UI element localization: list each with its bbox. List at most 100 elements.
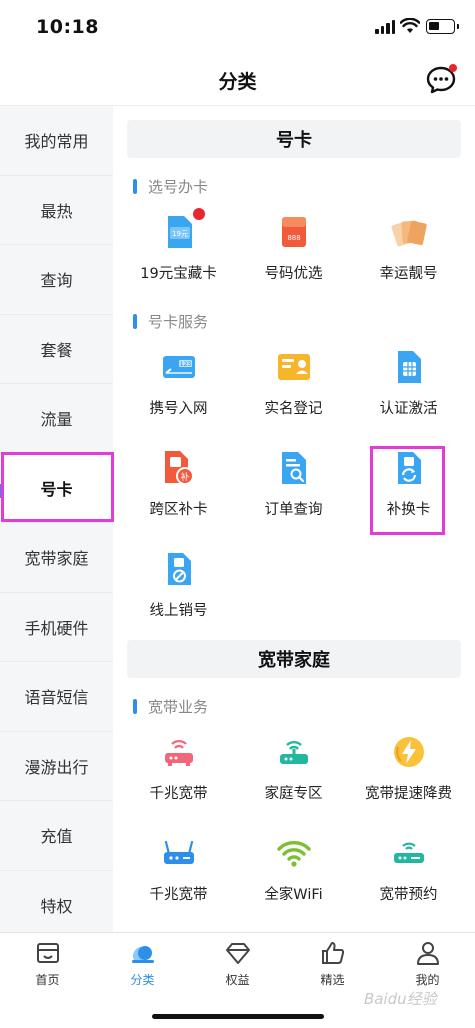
sidebar-item-label: 最热 xyxy=(40,201,73,221)
sidebar-item-plans[interactable]: 套餐 xyxy=(0,315,113,384)
category-content: 号卡 选号办卡 19元 19元宝藏卡 888 号码优选 幸运靓号 号卡服务 12… xyxy=(113,106,475,932)
category-icon xyxy=(131,946,154,963)
tab-label: 我的 xyxy=(415,973,440,987)
tab-label: 权益 xyxy=(225,973,250,987)
service-label: 认证激活 xyxy=(379,401,438,417)
group-title: 宽带业务 xyxy=(133,698,475,716)
service-item[interactable]: 宽带预约 xyxy=(351,815,466,916)
sidebar-item-label: 手机硬件 xyxy=(24,618,89,638)
service-label: 宽带提速降费 xyxy=(365,786,452,802)
new-badge-dot xyxy=(192,208,205,220)
sidebar-item-label: 我的常用 xyxy=(24,132,89,152)
message-button[interactable] xyxy=(425,64,457,96)
router-green-icon xyxy=(276,734,312,770)
router-teal-icon xyxy=(391,835,427,871)
wifi-status-icon xyxy=(400,18,420,33)
tab-label: 首页 xyxy=(35,973,60,987)
order-search-icon xyxy=(276,450,312,486)
service-item[interactable]: 123 携号入网 xyxy=(121,329,236,430)
group-title: 号卡服务 xyxy=(133,313,475,331)
sidebar-item-label: 语音短信 xyxy=(24,688,89,708)
tab-mine[interactable]: 我的 xyxy=(380,939,475,988)
sidebar-item-voice-sms[interactable]: 语音短信 xyxy=(0,662,113,732)
sidebar-item-query[interactable]: 查询 xyxy=(0,245,113,315)
sidebar-item-data[interactable]: 流量 xyxy=(0,384,113,454)
service-item[interactable]: 全家WiFi xyxy=(236,815,351,916)
user-icon xyxy=(416,942,439,965)
service-item[interactable]: 订单查询 xyxy=(236,430,351,531)
service-label: 幸运靓号 xyxy=(379,266,438,282)
group-title-bar xyxy=(133,178,137,194)
service-item[interactable]: 千兆宽带 xyxy=(121,815,236,916)
service-item[interactable]: 幸运靓号 xyxy=(351,194,466,295)
sim-replace-icon xyxy=(391,450,427,486)
tab-featured[interactable]: 精选 xyxy=(285,939,380,988)
id-card-icon xyxy=(276,349,312,385)
tab-category[interactable]: 分类 xyxy=(95,939,190,988)
sidebar-item-sim-card[interactable]: 号卡 xyxy=(0,453,113,523)
service-item[interactable]: 实名登记 xyxy=(236,329,351,430)
wifi-icon xyxy=(276,835,312,871)
watermark: Baidu经验 xyxy=(364,990,437,1008)
tab-label: 分类 xyxy=(130,973,155,987)
group-title: 选号办卡 xyxy=(133,178,475,196)
service-label: 线上销号 xyxy=(149,603,208,619)
thumbs-up-icon xyxy=(321,942,344,964)
sim-reissue-icon: 补 xyxy=(161,450,197,486)
lucky-cards-icon xyxy=(391,214,427,250)
service-item[interactable]: 线上销号 xyxy=(121,531,236,632)
section-header: 号卡 xyxy=(127,120,461,158)
group-title-bar xyxy=(133,313,137,329)
home-indicator xyxy=(152,1014,324,1019)
sidebar-item-roaming[interactable]: 漫游出行 xyxy=(0,732,113,801)
sidebar-item-hottest[interactable]: 最热 xyxy=(0,176,113,245)
screen: 10:18 分类 我的常用 最热 查询 套餐 流量 号卡 宽带家庭 手机硬件 语… xyxy=(0,0,475,1028)
sidebar-item-label: 漫游出行 xyxy=(24,757,89,777)
service-label: 订单查询 xyxy=(264,502,323,518)
group-title-bar xyxy=(133,698,137,714)
service-item[interactable]: 补 跨区补卡 xyxy=(121,430,236,531)
sidebar-item-favorites[interactable]: 我的常用 xyxy=(0,106,113,176)
battery-icon xyxy=(426,19,459,34)
category-sidebar: 我的常用 最热 查询 套餐 流量 号卡 宽带家庭 手机硬件 语音短信 漫游出行 … xyxy=(0,106,113,932)
sidebar-item-hardware[interactable]: 手机硬件 xyxy=(0,593,113,662)
service-grid: 19元 19元宝藏卡 888 号码优选 幸运靓号 xyxy=(113,194,475,295)
tab-label: 精选 xyxy=(320,973,345,987)
tab-benefits[interactable]: 权益 xyxy=(190,939,285,988)
diamond-icon xyxy=(225,943,250,964)
service-item[interactable]: 家庭专区 xyxy=(236,714,351,815)
red-card-icon: 888 xyxy=(276,214,312,250)
service-item[interactable]: 补换卡 xyxy=(351,430,466,531)
svg-text:19元: 19元 xyxy=(172,230,188,238)
sidebar-item-broadband[interactable]: 宽带家庭 xyxy=(0,523,113,593)
service-item[interactable]: 千兆宽带 xyxy=(121,714,236,815)
sidebar-item-label: 特权 xyxy=(40,896,73,916)
service-label: 宽带预约 xyxy=(379,887,438,903)
section-header: 宽带家庭 xyxy=(127,640,461,678)
service-label: 千兆宽带 xyxy=(149,786,208,802)
page-title: 分类 xyxy=(218,71,257,93)
sidebar-item-label: 宽带家庭 xyxy=(24,549,89,569)
home-icon xyxy=(36,943,59,963)
tab-home[interactable]: 首页 xyxy=(0,939,95,988)
router-red-icon xyxy=(161,734,197,770)
status-time: 10:18 xyxy=(36,16,99,38)
sidebar-item-label: 流量 xyxy=(40,410,73,430)
service-item[interactable]: 888 号码优选 xyxy=(236,194,351,295)
svg-text:补: 补 xyxy=(180,471,189,483)
service-item[interactable]: 宽带提速降费 xyxy=(351,714,466,815)
service-item[interactable]: 19元 19元宝藏卡 xyxy=(121,194,236,295)
service-label: 千兆宽带 xyxy=(149,887,208,903)
service-item[interactable]: 认证激活 xyxy=(351,329,466,430)
notification-dot xyxy=(449,64,457,72)
sim-19-icon: 19元 xyxy=(161,208,205,250)
service-grid: 千兆宽带 家庭专区 宽带提速降费 千兆宽带 全家WiFi 宽带预约 xyxy=(113,714,475,916)
sidebar-item-recharge[interactable]: 充值 xyxy=(0,801,113,871)
nav-bar: 分类 xyxy=(0,56,475,106)
service-label: 号码优选 xyxy=(264,266,323,282)
router-blue-icon xyxy=(161,835,197,871)
service-label: 实名登记 xyxy=(264,401,323,417)
svg-text:888: 888 xyxy=(287,234,300,242)
status-bar: 10:18 xyxy=(0,0,475,56)
sidebar-item-privileges[interactable]: 特权 xyxy=(0,871,113,933)
